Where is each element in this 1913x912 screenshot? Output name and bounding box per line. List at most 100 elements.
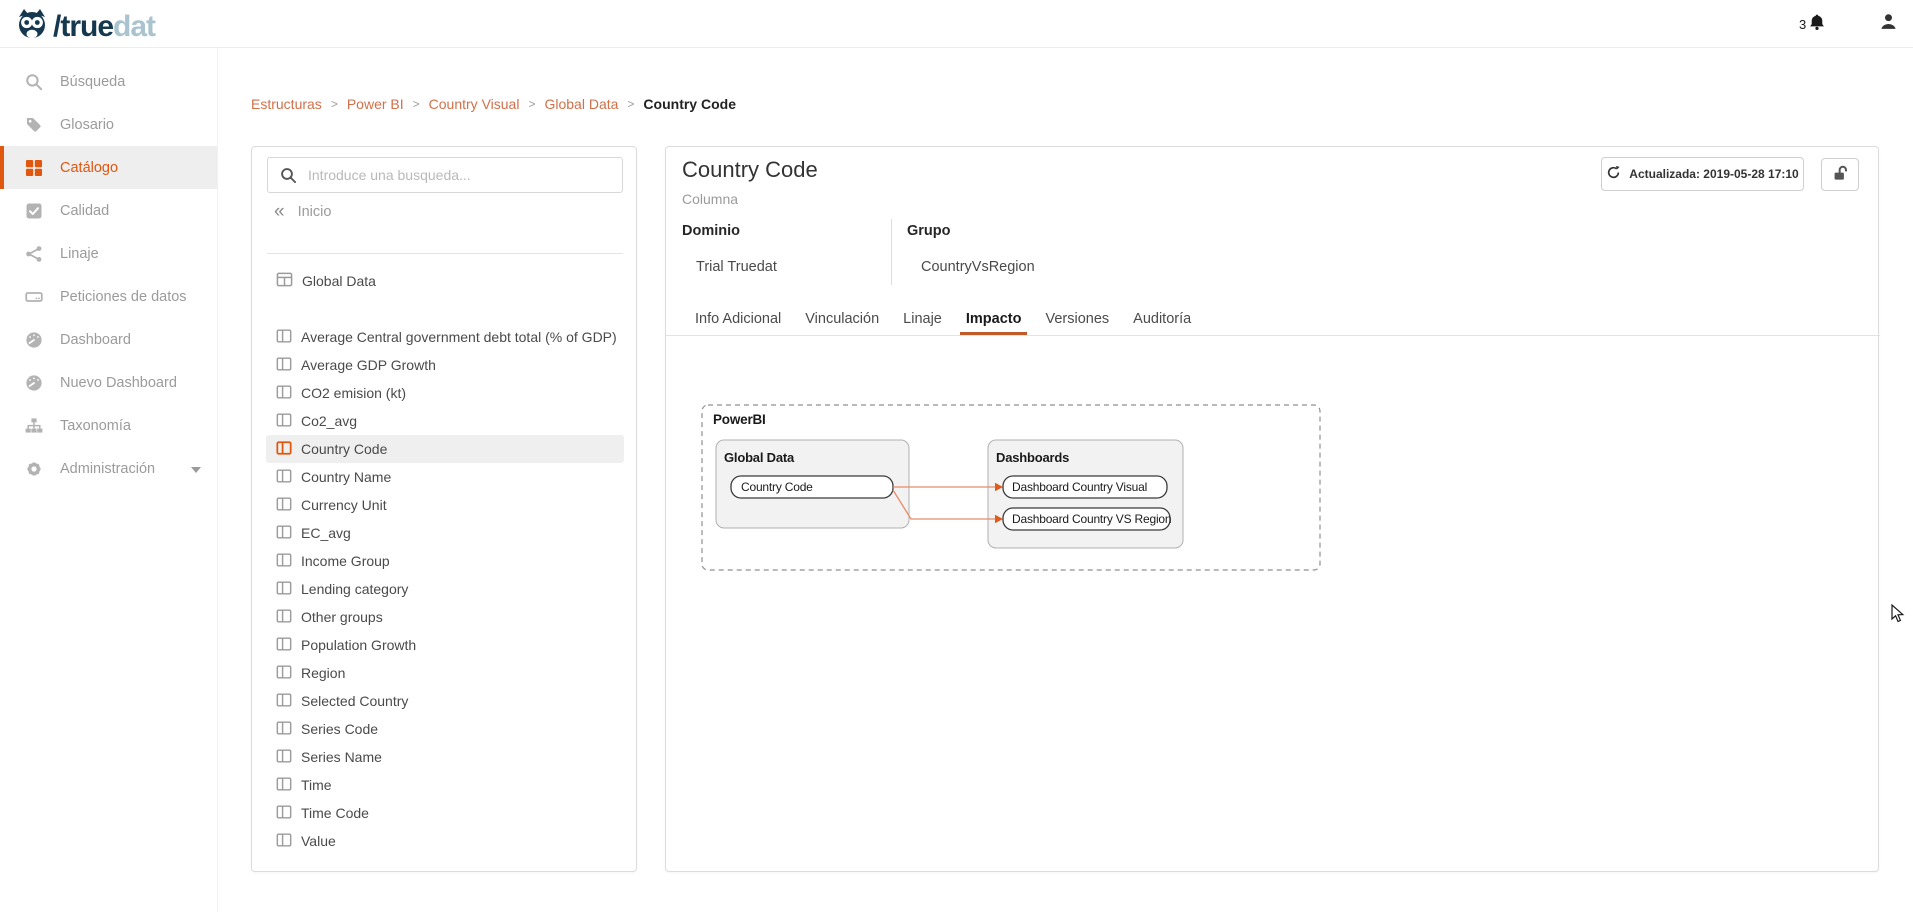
sidebar-item-busqueda[interactable]: Búsqueda: [0, 60, 217, 103]
divider: [267, 253, 623, 254]
sidebar-item-dashboard[interactable]: Dashboard: [0, 318, 217, 361]
column-icon: [276, 776, 292, 795]
sidebar-item-nuevo-dashboard[interactable]: Nuevo Dashboard: [0, 361, 217, 404]
tab-impacto[interactable]: Impacto: [960, 305, 1028, 335]
tree-item[interactable]: Currency Unit: [266, 491, 624, 519]
search-input[interactable]: [308, 158, 618, 192]
notification-count: 3: [1799, 17, 1806, 32]
tree-item-label: Other groups: [301, 609, 383, 625]
tree-item[interactable]: Region: [266, 659, 624, 687]
user-icon: [1879, 12, 1898, 36]
tree-item[interactable]: Population Growth: [266, 631, 624, 659]
tree-item[interactable]: Lending category: [266, 575, 624, 603]
tree-item[interactable]: Income Group: [266, 547, 624, 575]
breadcrumb-link[interactable]: Country Visual: [429, 96, 520, 112]
tree-item-label: Income Group: [301, 553, 390, 569]
sidebar-item-peticiones[interactable]: Peticiones de datos: [0, 275, 217, 318]
tree-item-label: Currency Unit: [301, 497, 387, 513]
column-icon: [276, 356, 292, 375]
breadcrumb: Estructuras > Power BI > Country Visual …: [251, 96, 736, 112]
cluster-label: Dashboards: [996, 450, 1069, 465]
sidebar-item-label: Nuevo Dashboard: [60, 375, 177, 391]
tree-item[interactable]: Average GDP Growth: [266, 351, 624, 379]
tab-info-adicional[interactable]: Info Adicional: [689, 305, 787, 335]
unlock-icon: [1831, 164, 1850, 186]
column-icon: [276, 720, 292, 739]
structure-type-label: Columna: [682, 191, 738, 207]
tree-root-global-data[interactable]: Global Data: [276, 267, 376, 295]
tree-item-label: Average GDP Growth: [301, 357, 436, 373]
tree-item-label: Time Code: [301, 805, 369, 821]
tree-item[interactable]: Series Code: [266, 715, 624, 743]
tab-linaje[interactable]: Linaje: [897, 305, 948, 335]
tab-versiones[interactable]: Versiones: [1039, 305, 1115, 335]
tree-item[interactable]: Co2_avg: [266, 407, 624, 435]
double-chevron-left-icon: «: [274, 203, 285, 221]
node-label: Country Code: [741, 480, 813, 494]
breadcrumb-separator: >: [528, 97, 535, 111]
tree-item[interactable]: Average Central government debt total (%…: [266, 323, 624, 351]
tree-item[interactable]: Other groups: [266, 603, 624, 631]
sidebar-item-glosario[interactable]: Glosario: [0, 103, 217, 146]
tree-item-label: Population Growth: [301, 637, 416, 653]
search-icon: [25, 73, 43, 91]
structure-explorer-panel: « Inicio Global Data Average Central gov…: [251, 146, 637, 872]
tree-item[interactable]: Time Code: [266, 799, 624, 827]
field-label: Dominio: [682, 223, 777, 239]
tree-item[interactable]: Time: [266, 771, 624, 799]
node-country-code[interactable]: Country Code: [731, 476, 893, 498]
breadcrumb-current: Country Code: [643, 96, 736, 112]
cluster-dashboards: Dashboards Dashboard Country Visual Dash…: [988, 440, 1183, 548]
tree-item-label: Region: [301, 665, 345, 681]
tree-item-label: Co2_avg: [301, 413, 357, 429]
tree-item[interactable]: Selected Country: [266, 687, 624, 715]
powerbi-container-label: PowerBI: [713, 412, 766, 427]
column-icon: [276, 384, 292, 403]
field-value: Trial Truedat: [696, 259, 777, 275]
tree-item-label: Country Code: [301, 441, 387, 457]
breadcrumb-separator: >: [331, 97, 338, 111]
sidebar-item-taxonomia[interactable]: Taxonomía: [0, 404, 217, 447]
breadcrumb-link[interactable]: Global Data: [544, 96, 618, 112]
tree-item-label: Selected Country: [301, 693, 408, 709]
sidebar-item-label: Catálogo: [60, 160, 118, 176]
sidebar-item-label: Búsqueda: [60, 74, 125, 90]
tree-item[interactable]: Value: [266, 827, 624, 855]
sidebar-item-administracion[interactable]: Administración: [0, 447, 217, 490]
tree-item[interactable]: Country Name: [266, 463, 624, 491]
notifications-button[interactable]: 3: [1799, 0, 1826, 48]
breadcrumb-link[interactable]: Power BI: [347, 96, 404, 112]
node-dashboard-country-vs-region[interactable]: Dashboard Country VS Region: [1003, 508, 1171, 530]
cluster-label: Global Data: [724, 450, 795, 465]
tree-item-selected[interactable]: Country Code: [266, 435, 624, 463]
tab-auditoria[interactable]: Auditoría: [1127, 305, 1197, 335]
impact-diagram: PowerBI Global Data Country Code Dashboa…: [701, 404, 1321, 571]
back-to-home-button[interactable]: « Inicio: [274, 203, 331, 221]
column-icon: [276, 832, 292, 851]
field-grupo: Grupo CountryVsRegion: [907, 223, 1035, 275]
tree-item[interactable]: Series Name: [266, 743, 624, 771]
tree-item-label: Series Code: [301, 721, 378, 737]
gear-icon: [25, 460, 43, 478]
tree-item[interactable]: CO2 emision (kt): [266, 379, 624, 407]
breadcrumb-link[interactable]: Estructuras: [251, 96, 322, 112]
refresh-updated-button[interactable]: Actualizada: 2019-05-28 17:10: [1601, 157, 1804, 191]
bell-icon: [1808, 13, 1826, 36]
sidebar-item-linaje[interactable]: Linaje: [0, 232, 217, 275]
tab-vinculacion[interactable]: Vinculación: [799, 305, 885, 335]
user-menu-button[interactable]: [1879, 0, 1898, 48]
tree-item-label: Lending category: [301, 581, 408, 597]
tree-item[interactable]: EC_avg: [266, 519, 624, 547]
node-dashboard-country-visual[interactable]: Dashboard Country Visual: [1003, 476, 1167, 498]
brand-logo[interactable]: /truedat: [14, 5, 155, 48]
unlock-button[interactable]: [1821, 158, 1859, 191]
sidebar-item-catalogo[interactable]: Catálogo: [0, 146, 217, 189]
sidebar-item-label: Linaje: [60, 246, 99, 262]
tree-item-label: Country Name: [301, 469, 391, 485]
field-label: Grupo: [907, 223, 1035, 239]
sidebar-item-label: Taxonomía: [60, 418, 131, 434]
sitemap-icon: [25, 417, 43, 435]
column-icon: [276, 440, 292, 459]
sidebar-item-calidad[interactable]: Calidad: [0, 189, 217, 232]
brand-wordmark: /truedat: [53, 8, 155, 46]
